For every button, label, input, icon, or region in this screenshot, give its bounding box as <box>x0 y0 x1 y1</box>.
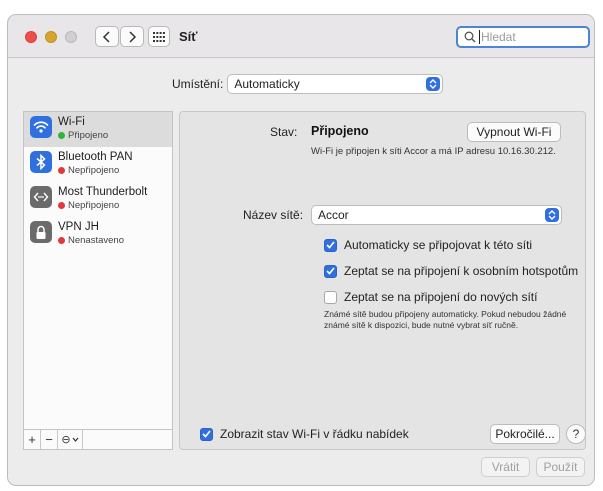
apply-button[interactable]: Použít <box>536 457 585 477</box>
service-status: Nepřipojeno <box>68 165 120 176</box>
auto-join-checkbox[interactable]: Automaticky se připojovat k této síti <box>324 238 532 252</box>
status-dot <box>58 167 65 174</box>
checkbox-label: Automaticky se připojovat k této síti <box>344 238 533 252</box>
location-popup[interactable]: Automaticky <box>227 74 444 94</box>
forward-button[interactable] <box>120 26 144 47</box>
service-item-bluetooth-pan[interactable]: Bluetooth PAN Nepřipojeno <box>24 147 172 182</box>
service-status: Nenastaveno <box>68 235 124 246</box>
action-icon: ⊖ <box>61 434 71 446</box>
minimize-window-button[interactable] <box>45 31 57 43</box>
wifi-icon <box>30 116 52 138</box>
known-networks-note: Známé sítě budou připojeny automaticky. … <box>324 309 567 330</box>
popup-arrows-icon <box>426 77 441 91</box>
revert-button[interactable]: Vrátit <box>481 457 530 477</box>
checkbox-label: Zeptat se na připojení do nových sítí <box>344 290 538 304</box>
connection-info: Wi-Fi je připojen k síti Accor a má IP a… <box>311 146 556 157</box>
network-preferences-window: Síť Umístění: Automaticky Wi-Fi Připojen… <box>7 14 595 486</box>
service-list-toolbar: + − ⊖ <box>23 430 173 450</box>
checkmark-icon <box>200 427 213 441</box>
search-field[interactable] <box>456 26 590 48</box>
location-row: Umístění: Automaticky <box>172 74 444 94</box>
vpn-lock-icon <box>30 221 52 243</box>
checkbox-box <box>324 290 337 304</box>
checkmark-icon <box>324 238 337 252</box>
thunderbolt-bridge-icon <box>30 186 52 208</box>
checkmark-icon <box>324 264 337 278</box>
service-item-thunderbolt-bridge[interactable]: Most Thunderbolt Nepřipojeno <box>24 182 172 217</box>
back-button[interactable] <box>95 26 119 47</box>
chevron-down-icon <box>72 437 79 442</box>
service-name: Wi-Fi <box>58 116 85 128</box>
service-status: Připojeno <box>68 130 109 141</box>
network-name-label: Název sítě: <box>243 208 304 222</box>
show-wifi-status-checkbox[interactable]: Zobrazit stav Wi-Fi v řádku nabídek <box>200 427 409 441</box>
status-dot <box>58 237 65 244</box>
help-button[interactable]: ? <box>566 424 586 444</box>
turn-off-wifi-button[interactable]: Vypnout Wi-Fi <box>467 122 561 142</box>
bluetooth-icon <box>30 151 52 173</box>
status-dot <box>58 132 65 139</box>
action-menu-button[interactable]: ⊖ <box>58 430 83 449</box>
checkbox-label: Zeptat se na připojení k osobním hotspot… <box>344 264 579 278</box>
text-caret <box>479 30 480 44</box>
detail-panel: Stav: Připojeno Vypnout Wi-Fi Wi-Fi je p… <box>179 111 586 450</box>
network-name-value: Accor <box>318 208 349 222</box>
chevron-right-icon <box>129 30 137 43</box>
service-name: Most Thunderbolt <box>58 186 148 198</box>
zoom-window-button[interactable] <box>65 31 77 43</box>
ask-new-networks-checkbox[interactable]: Zeptat se na připojení do nových sítí <box>324 290 537 304</box>
status-dot <box>58 202 65 209</box>
location-label: Umístění: <box>172 77 224 91</box>
network-name-popup[interactable]: Accor <box>311 205 562 225</box>
add-service-button[interactable]: + <box>24 430 41 449</box>
checkbox-label: Zobrazit stav Wi-Fi v řádku nabídek <box>220 427 409 441</box>
service-item-wifi[interactable]: Wi-Fi Připojeno <box>24 112 172 147</box>
advanced-button[interactable]: Pokročilé... <box>490 424 560 444</box>
window-title: Síť <box>179 29 198 44</box>
status-label: Stav: <box>270 125 298 139</box>
chevron-left-icon <box>102 30 110 43</box>
search-icon <box>464 31 476 43</box>
service-list: Wi-Fi Připojeno Bluetooth PAN Nepřipojen… <box>23 111 173 430</box>
service-item-vpn-jh[interactable]: VPN JH Nenastaveno <box>24 217 172 252</box>
location-value: Automaticky <box>234 77 300 91</box>
ask-hotspots-checkbox[interactable]: Zeptat se na připojení k osobním hotspot… <box>324 264 578 278</box>
search-input[interactable] <box>481 30 581 44</box>
service-name: VPN JH <box>58 221 99 233</box>
service-name: Bluetooth PAN <box>58 151 133 163</box>
service-status: Nepřipojeno <box>68 200 120 211</box>
grid-icon <box>153 31 165 42</box>
remove-service-button[interactable]: − <box>41 430 58 449</box>
status-value: Připojeno <box>311 124 369 138</box>
popup-arrows-icon <box>545 208 559 222</box>
toolbar: Síť <box>8 15 594 58</box>
show-all-button[interactable] <box>148 26 170 47</box>
close-window-button[interactable] <box>25 31 37 43</box>
